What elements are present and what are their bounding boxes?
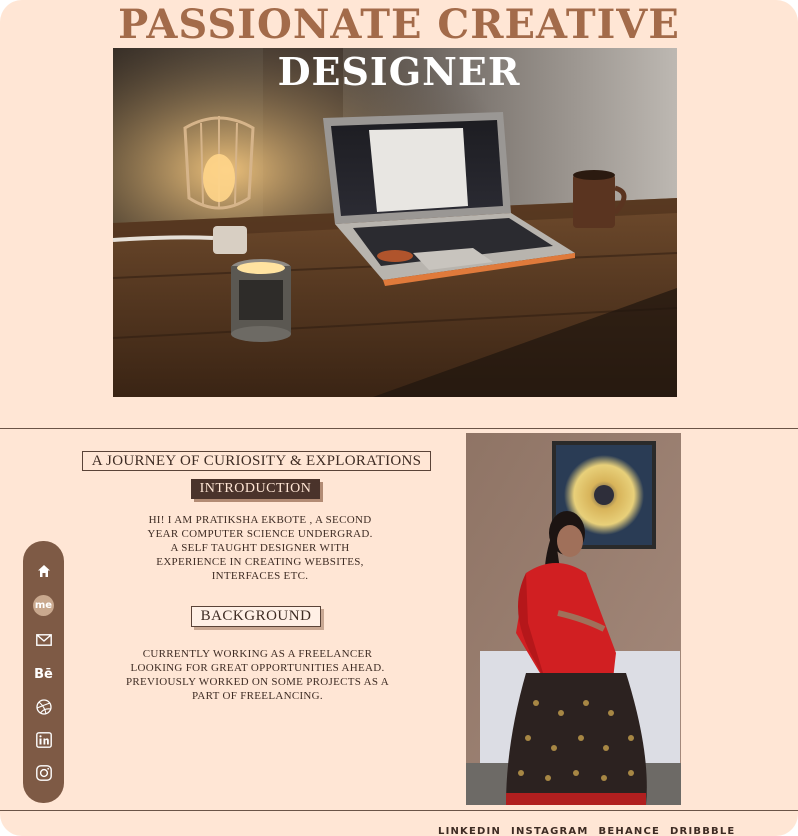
footer-link-behance[interactable]: BEHANCE [599, 826, 661, 836]
home-icon[interactable] [23, 559, 64, 583]
footer-link-instagram[interactable]: INSTAGRAM [511, 826, 588, 836]
aboutme-icon-label: me [33, 594, 54, 616]
portfolio-page: PASSIONATE CREATIVE DESIGNER A JOURNEY O… [0, 0, 798, 836]
background-text: CURRENTLY WORKING AS A FREELANCER LOOKIN… [100, 647, 415, 703]
background-label: BACKGROUND [191, 606, 321, 627]
hero-workspace-photo [113, 48, 677, 397]
intro-line: A SELF TAUGHT DESIGNER WITH [170, 542, 350, 554]
footer-links: LINKEDIN INSTAGRAM BEHANCE DRIBBBLE [438, 826, 735, 836]
footer-link-dribbble[interactable]: DRIBBBLE [670, 826, 735, 836]
intro-line: INTERFACES ETC. [211, 570, 309, 582]
portrait-photo [466, 433, 681, 805]
intro-line: EXPERIENCE IN CREATING WEBSITES, [156, 556, 364, 568]
linkedin-icon[interactable] [23, 728, 64, 752]
footer-link-linkedin[interactable]: LINKEDIN [438, 826, 501, 836]
intro-line: HI! I AM PRATIKSHA EKBOTE , A SECOND [148, 514, 372, 526]
introduction-text: HI! I AM PRATIKSHA EKBOTE , A SECOND YEA… [110, 513, 410, 583]
mail-icon[interactable] [23, 628, 64, 652]
journey-heading: A JOURNEY OF CURIOSITY & EXPLORATIONS [82, 451, 431, 471]
hero-title: PASSIONATE CREATIVE [118, 1, 680, 48]
introduction-label: INTRODUCTION [191, 479, 320, 499]
aboutme-icon[interactable]: me [23, 593, 64, 617]
section-divider-bottom [0, 810, 798, 811]
section-divider-top [0, 428, 798, 429]
social-sidebar: me Bē [23, 541, 64, 803]
behance-icon[interactable]: Bē [23, 662, 64, 686]
hero-subtitle: DESIGNER [277, 49, 521, 94]
workspace-illustration [113, 48, 677, 397]
instagram-icon[interactable] [23, 761, 64, 785]
behance-icon-label: Bē [34, 666, 53, 682]
background-line: PART OF FREELANCING. [192, 690, 323, 702]
background-line: CURRENTLY WORKING AS A FREELANCER [142, 648, 373, 660]
background-line: LOOKING FOR GREAT OPPORTUNITIES AHEAD. [130, 662, 385, 674]
background-line: PREVIOUSLY WORKED ON SOME PROJECTS AS A [125, 676, 390, 688]
dribbble-icon[interactable] [23, 695, 64, 719]
intro-line: YEAR COMPUTER SCIENCE UNDERGRAD. [147, 528, 373, 540]
portrait-illustration [466, 433, 681, 805]
